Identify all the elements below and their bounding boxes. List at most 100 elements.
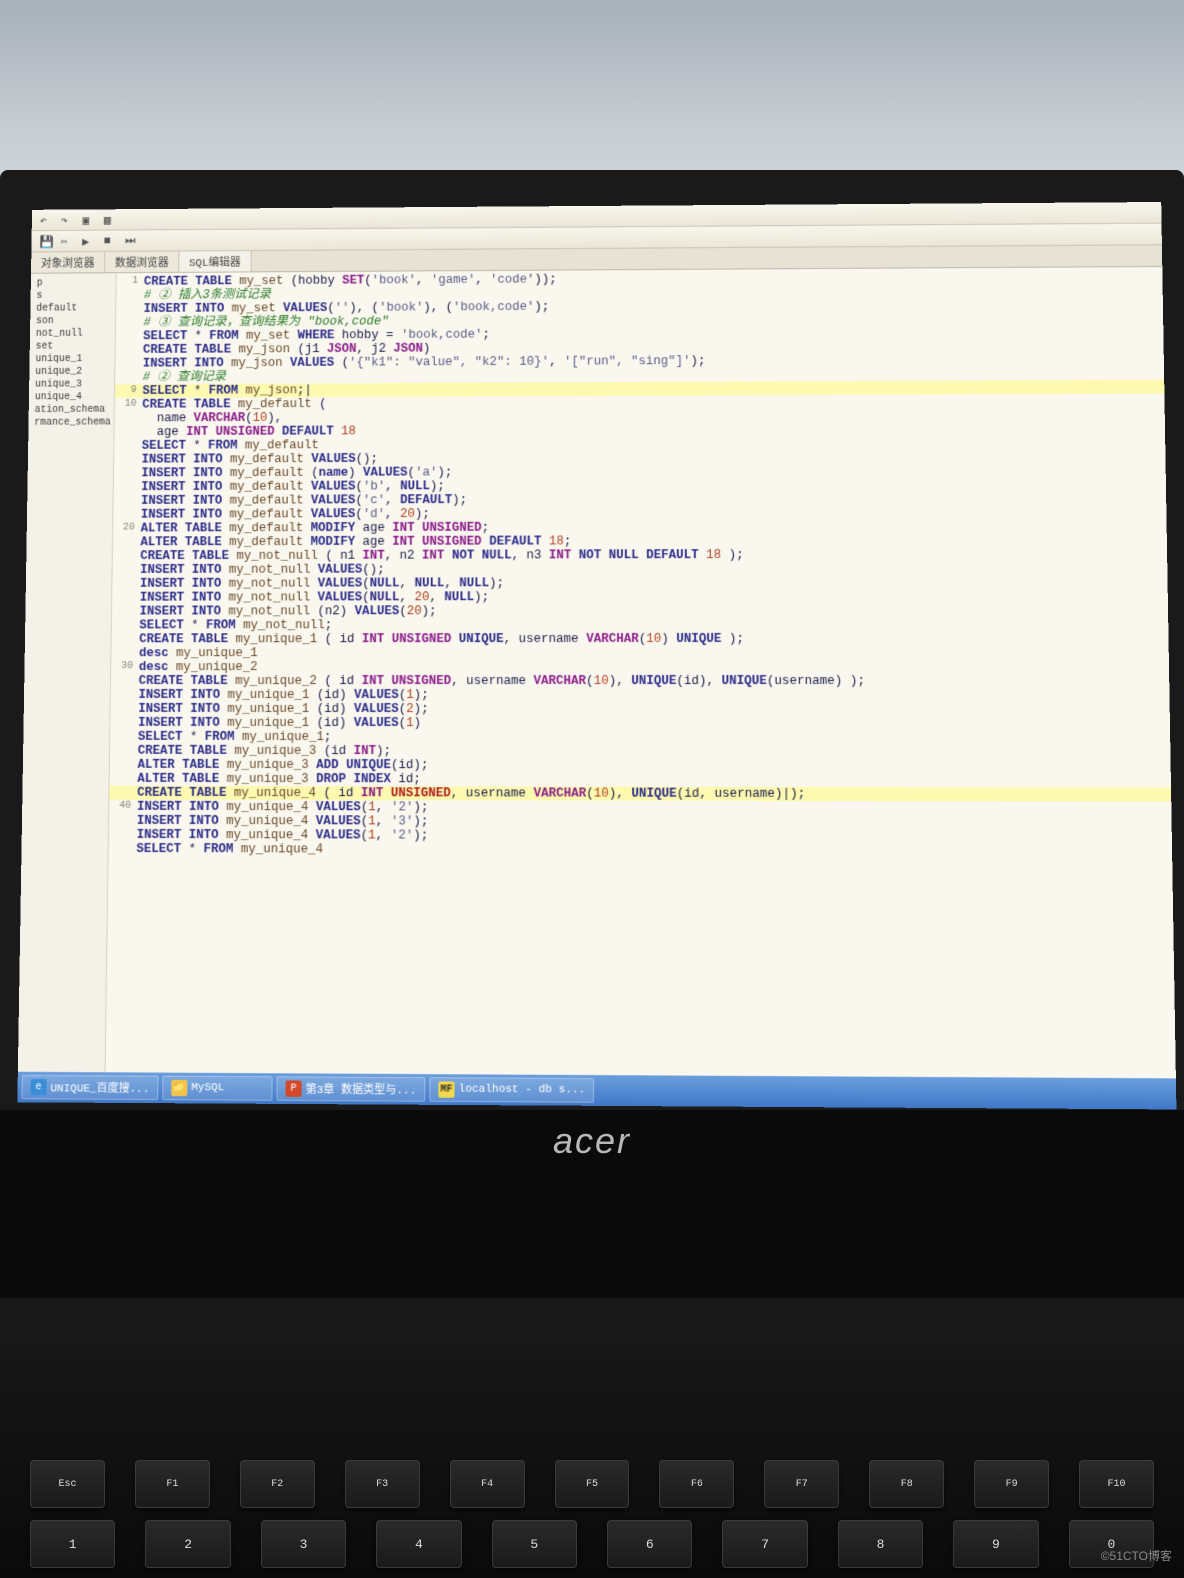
sidebar-item-not_null[interactable]: not_null [30,328,115,341]
code-line[interactable]: SELECT * FROM my_not_null; [112,618,1169,633]
key-f8[interactable]: F8 [869,1460,944,1508]
sidebar-item-default[interactable]: default [30,302,115,315]
code-line[interactable]: INSERT INTO my_unique_1 (id) VALUES(1) [110,716,1170,731]
code-line[interactable]: INSERT INTO my_unique_1 (id) VALUES(2); [111,702,1170,716]
step-icon[interactable]: ⏭ [125,234,139,248]
taskbar-label: UNIQUE_百度搜... [50,1079,149,1096]
line-number [115,412,143,426]
line-number [112,577,140,591]
line-number [109,786,137,800]
sidebar-item-rmance_schema[interactable]: rmance_schema [28,417,113,430]
redo-icon[interactable]: ↷ [61,213,75,227]
mf-icon: MF [438,1081,454,1097]
line-number [116,289,144,303]
key-f7[interactable]: F7 [764,1460,839,1508]
sidebar-item-unique_4[interactable]: unique_4 [29,391,114,404]
code-line[interactable]: INSERT INTO my_not_null VALUES(NULL, 20,… [112,589,1168,604]
main-area: psdefaultsonnot_nullsetunique_1unique_2u… [18,267,1176,1078]
code-line[interactable]: INSERT INTO my_unique_1 (id) VALUES(1); [111,688,1170,702]
sidebar-item-unique_3[interactable]: unique_3 [29,378,114,391]
tab-object-browser[interactable]: 对象浏览器 [31,252,105,273]
line-number [113,535,141,549]
code-text: INSERT INTO my_not_null VALUES(NULL, NUL… [140,575,1168,590]
sidebar-item-unique_2[interactable]: unique_2 [29,366,114,379]
copy-icon[interactable]: ▣ [82,213,96,227]
code-text: CREATE TABLE my_unique_3 (id INT); [138,744,1171,759]
ppt-icon: P [285,1080,301,1096]
key-f4[interactable]: F4 [450,1460,525,1508]
sidebar-item-son[interactable]: son [30,315,115,328]
stop-icon[interactable]: ■ [103,234,117,248]
key-f1[interactable]: F1 [135,1460,210,1508]
taskbar-item[interactable]: 📁MySQL [162,1076,272,1101]
code-line[interactable]: ALTER TABLE my_unique_3 ADD UNIQUE(id); [110,758,1171,773]
monitor-brand-logo: acer [553,1120,631,1162]
code-line[interactable]: CREATE TABLE my_unique_2 ( id INT UNSIGN… [111,674,1169,688]
code-line[interactable]: INSERT INTO my_not_null (n2) VALUES(20); [112,603,1168,618]
key-6[interactable]: 6 [607,1520,692,1568]
sidebar-item-unique_1[interactable]: unique_1 [29,353,114,366]
key-3[interactable]: 3 [261,1520,346,1568]
line-number [109,828,137,842]
line-number [112,591,140,605]
code-line[interactable]: SELECT * FROM my_unique_1; [110,730,1170,745]
taskbar-item[interactable]: P第3章 数据类型与... [276,1076,425,1101]
sidebar-item-p[interactable]: p [31,277,116,290]
paste-icon[interactable]: ▦ [104,213,118,227]
keyboard-num-row: 1234567890 [30,1520,1154,1568]
line-number [112,605,140,619]
sidebar-item-ation_schema[interactable]: ation_schema [29,404,114,417]
save-icon[interactable]: 💾 [39,234,53,248]
key-7[interactable]: 7 [722,1520,807,1568]
key-f3[interactable]: F3 [345,1460,420,1508]
undo-icon[interactable]: ↶ [40,213,54,227]
key-5[interactable]: 5 [492,1520,577,1568]
key-f9[interactable]: F9 [974,1460,1049,1508]
code-line[interactable]: desc my_unique_1 [111,646,1169,660]
code-editor[interactable]: 1CREATE TABLE my_set (hobby SET('book', … [106,267,1176,1078]
sidebar-item-s[interactable]: s [31,290,116,303]
code-text: INSERT INTO my_not_null VALUES(); [140,561,1167,577]
line-number [112,618,140,632]
key-2[interactable]: 2 [145,1520,230,1568]
cut-icon[interactable]: ✂ [61,234,75,248]
keyboard: Esc F1 F2 F3 F4 F5 F6 F7 F8 F9 F10 1234567890 [0,1298,1184,1578]
key-f10[interactable]: F10 [1079,1460,1154,1508]
line-number: 40 [109,800,137,814]
sidebar-item-set[interactable]: set [30,340,115,353]
line-number [115,357,143,371]
key-4[interactable]: 4 [376,1520,461,1568]
line-number [116,343,144,357]
line-number [111,674,139,688]
code-line[interactable]: CREATE TABLE my_unique_3 (id INT); [110,744,1171,759]
run-icon[interactable]: ▶ [82,234,96,248]
taskbar-label: MySQL [191,1082,224,1094]
key-8[interactable]: 8 [838,1520,923,1568]
code-text: INSERT INTO my_not_null (n2) VALUES(20); [139,603,1168,618]
code-line[interactable]: 30desc my_unique_2 [111,660,1169,674]
taskbar: eUNIQUE_百度搜...📁MySQLP第3章 数据类型与...MFlocal… [17,1072,1176,1110]
key-f2[interactable]: F2 [240,1460,315,1508]
code-text: SELECT * FROM my_unique_1; [138,730,1170,745]
tab-data-browser[interactable]: 数据浏览器 [105,251,179,272]
code-line[interactable]: CREATE TABLE my_unique_1 ( id INT UNSIGN… [112,632,1169,647]
taskbar-item[interactable]: eUNIQUE_百度搜... [21,1075,158,1100]
line-number: 1 [117,275,145,289]
key-f5[interactable]: F5 [555,1460,630,1508]
code-text: INSERT INTO my_unique_1 (id) VALUES(1); [138,688,1169,702]
tab-sql-editor[interactable]: SQL编辑器 [179,251,251,272]
key-esc[interactable]: Esc [30,1460,105,1508]
taskbar-item[interactable]: MFlocalhost - db s... [429,1077,594,1103]
line-number [110,744,138,758]
code-line[interactable]: INSERT INTO my_not_null VALUES(NULL, NUL… [112,575,1167,590]
key-f6[interactable]: F6 [659,1460,734,1508]
line-number [116,316,144,330]
line-number [110,772,138,786]
key-1[interactable]: 1 [30,1520,115,1568]
line-number [116,302,144,316]
code-line[interactable]: SELECT * FROM my_unique_4 [109,842,1173,859]
line-number [111,646,139,660]
key-9[interactable]: 9 [953,1520,1038,1568]
line-number [112,563,140,577]
line-number [114,425,142,439]
